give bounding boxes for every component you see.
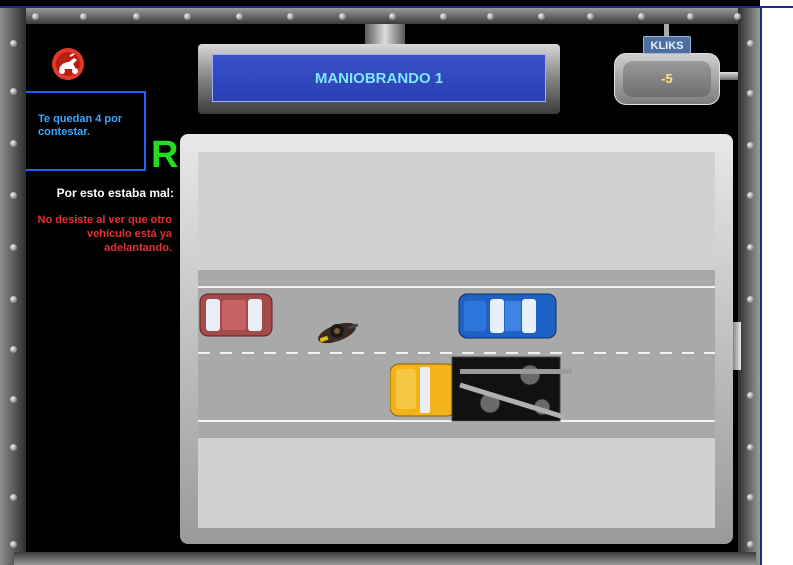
traffic-scene[interactable]	[198, 152, 715, 528]
bolt-icon	[10, 396, 17, 403]
bolt-icon	[10, 296, 17, 303]
window-border-right	[760, 6, 762, 565]
bolt-icon	[747, 392, 754, 399]
score-panel: -5	[614, 53, 720, 105]
title-pipe	[365, 24, 405, 46]
motorcycle	[318, 322, 359, 344]
road-center-line	[198, 352, 715, 354]
bolt-icon	[10, 346, 17, 353]
score-pipe-side	[720, 72, 738, 80]
bolt-icon	[734, 13, 741, 20]
bolt-icon	[747, 494, 754, 501]
blue-car	[458, 293, 557, 339]
bolt-icon	[32, 13, 39, 20]
moped-logo-icon[interactable]	[50, 46, 86, 82]
bolt-icon	[184, 13, 191, 20]
page-title: MANIOBRANDO 1	[212, 54, 546, 102]
window-border-top	[0, 6, 793, 8]
bolt-icon	[440, 13, 447, 20]
bolt-icon	[10, 192, 17, 199]
game-window: MANIOBRANDO 1 -5 KLIKS Te quedan 4 por c…	[0, 0, 760, 565]
bolt-icon	[587, 13, 594, 20]
bolt-icon	[747, 244, 754, 251]
bolt-icon	[747, 296, 754, 303]
bolt-icon	[339, 13, 346, 20]
frame-bottom-rail	[14, 552, 756, 565]
score-display: -5	[623, 61, 711, 97]
bolt-icon	[487, 13, 494, 20]
road-edge-line	[198, 286, 715, 288]
feedback-explanation: No desiste al ver que otro vehículo está…	[37, 214, 172, 254]
result-letter: R	[151, 134, 179, 176]
bolt-icon	[687, 13, 694, 20]
bolt-icon	[747, 90, 754, 97]
title-panel: MANIOBRANDO 1	[198, 44, 560, 114]
bolt-icon	[10, 88, 17, 95]
bolt-icon	[10, 40, 17, 47]
score-label: KLIKS	[643, 36, 691, 54]
bolt-icon	[747, 541, 754, 548]
score-value: -5	[661, 71, 673, 86]
bolt-icon	[10, 444, 17, 451]
scene-frame	[180, 134, 733, 544]
bolt-icon	[10, 140, 17, 147]
bolt-icon	[10, 244, 17, 251]
red-car	[199, 293, 273, 337]
bolt-icon	[10, 494, 17, 501]
remaining-questions-box: Te quedan 4 por contestar.	[26, 91, 146, 171]
bolt-icon	[638, 13, 645, 20]
feedback-label: Por esto estaba mal:	[56, 186, 174, 200]
bolt-icon	[747, 192, 754, 199]
remaining-questions-text: Te quedan 4 por contestar.	[38, 113, 123, 138]
bolt-icon	[538, 13, 545, 20]
bolt-icon	[133, 13, 140, 20]
bolt-icon	[287, 13, 294, 20]
bolt-icon	[389, 13, 396, 20]
bolt-icon	[10, 541, 17, 548]
bolt-icon	[747, 444, 754, 451]
tow-truck	[390, 356, 572, 422]
bolt-icon	[747, 142, 754, 149]
bolt-icon	[747, 40, 754, 47]
bolt-icon	[236, 13, 243, 20]
bolt-icon	[80, 13, 87, 20]
